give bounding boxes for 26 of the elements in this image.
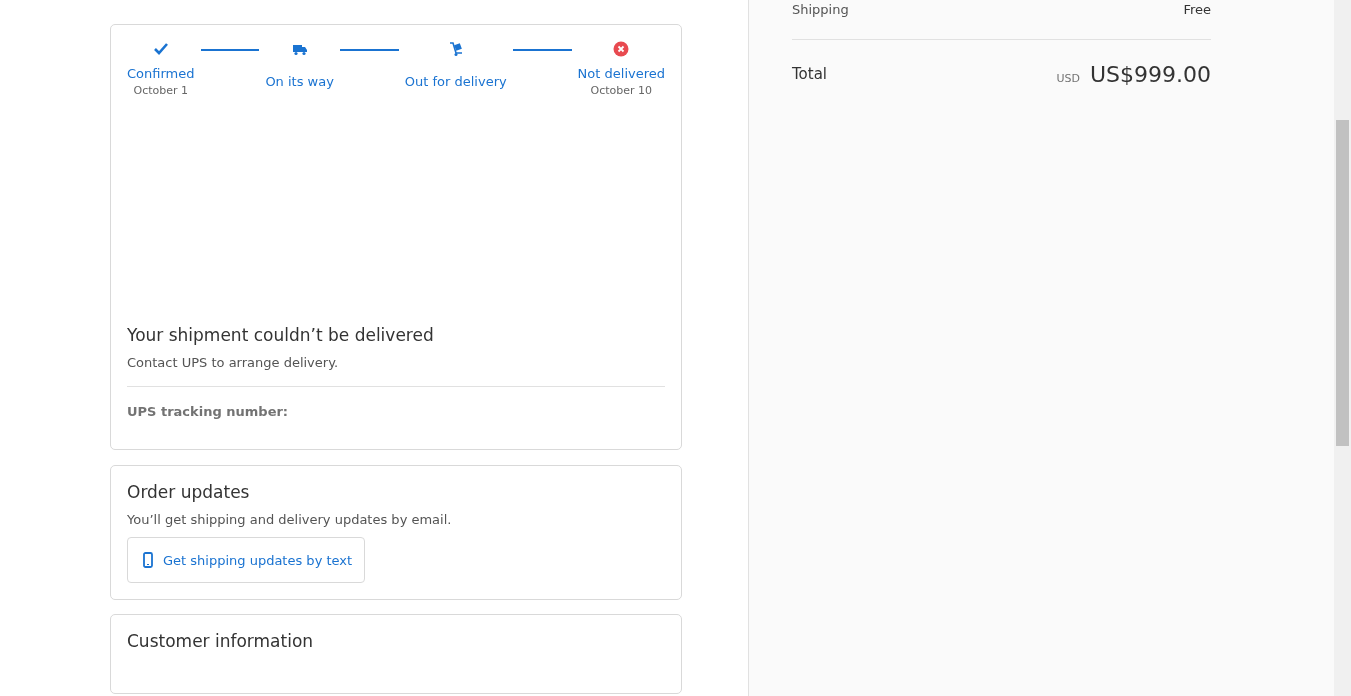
order-updates-message: You’ll get shipping and delivery updates by email. <box>127 512 453 527</box>
check-icon <box>152 41 169 57</box>
error-icon <box>613 41 630 57</box>
customer-information-title: Customer information <box>127 631 315 651</box>
progress-line <box>200 49 260 51</box>
hand-truck-icon <box>447 41 464 57</box>
shipping-label: Shipping <box>792 2 849 17</box>
total-label: Total <box>792 65 828 83</box>
progress-line <box>512 49 572 51</box>
shipment-message: Contact UPS to arrange delivery. <box>127 355 340 370</box>
total-amount: US$999.00 <box>1089 61 1211 87</box>
currency-code: USD <box>1056 71 1080 85</box>
step-label: Confirmed <box>127 65 195 81</box>
step-label: On its way <box>265 73 334 89</box>
shipment-status-title: Your shipment couldn’t be delivered <box>127 325 435 345</box>
step-date: October 10 <box>590 83 653 97</box>
scrollbar[interactable] <box>1334 0 1351 696</box>
progress-line <box>339 49 399 51</box>
text-updates-button[interactable]: Get shipping updates by text <box>127 537 366 583</box>
step-date: October 1 <box>133 83 188 97</box>
step-label: Not delivered <box>577 65 665 81</box>
order-updates-title: Order updates <box>127 482 251 502</box>
phone-icon <box>143 552 153 568</box>
shipping-value: Free <box>1183 2 1211 17</box>
step-label: Out for delivery <box>404 73 507 89</box>
tracking-number-label: UPS tracking number: <box>127 404 290 421</box>
